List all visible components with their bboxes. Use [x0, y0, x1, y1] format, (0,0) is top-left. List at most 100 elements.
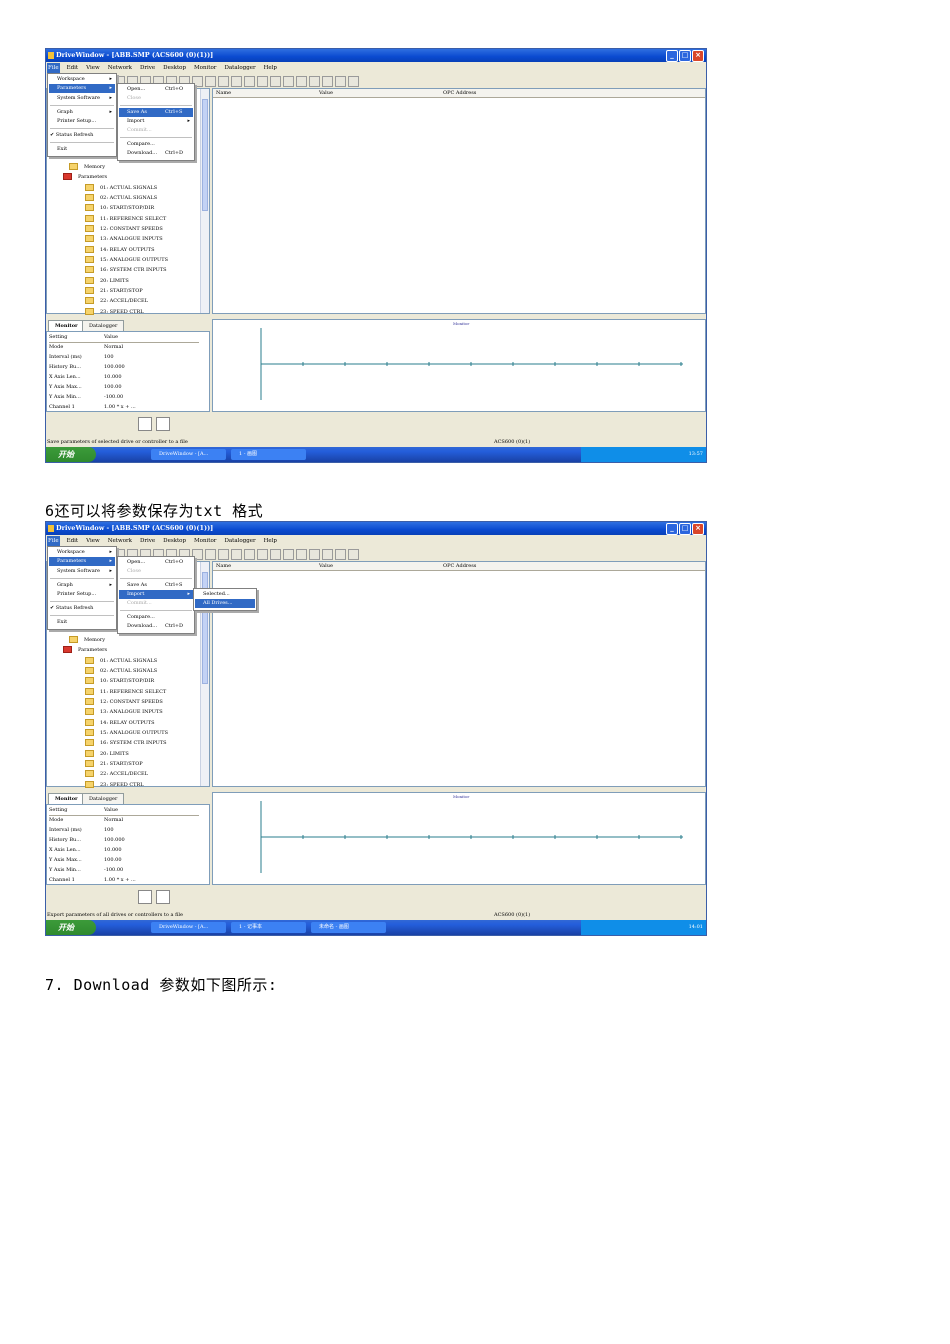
minimize-button[interactable]: _	[666, 523, 678, 535]
menu-file[interactable]: File	[47, 63, 60, 73]
tree-item-group[interactable]: 14: RELAY OUTPUTS	[85, 245, 155, 255]
menu-monitor[interactable]: Monitor	[193, 63, 217, 73]
tree-item-group[interactable]: 13: ANALOGUE INPUTS	[85, 234, 163, 244]
tree-item-group[interactable]: 01: ACTUAL SIGNALS	[85, 656, 157, 666]
column-name[interactable]: Name	[216, 89, 231, 97]
toolbar-button[interactable]	[231, 548, 242, 560]
monitor-row[interactable]: History Bu... 100.000	[49, 362, 199, 372]
column-opc-address[interactable]: OPC Address	[443, 89, 476, 97]
menu-item-exit[interactable]: Exit	[49, 618, 115, 627]
close-button[interactable]: ×	[692, 523, 704, 535]
tree-item-group[interactable]: 16: SYSTEM CTR INPUTS	[85, 738, 167, 748]
close-button[interactable]: ×	[692, 50, 704, 62]
menu-network[interactable]: Network	[107, 63, 133, 73]
menu-item-download[interactable]: Download... Ctrl+D	[119, 622, 193, 631]
toolbar-button[interactable]	[283, 75, 294, 87]
toolbar-button[interactable]	[309, 548, 320, 560]
tree-item-parameters[interactable]: Parameters	[63, 172, 107, 182]
tree-item-group[interactable]: 21: START/STOP	[85, 286, 143, 296]
menu-item-save-as[interactable]: Save As Ctrl+S	[119, 108, 193, 117]
menu-datalogger[interactable]: Datalogger	[223, 536, 256, 546]
monitor-row[interactable]: X Axis Len... 10.000	[49, 372, 199, 382]
tree-item-group[interactable]: 01: ACTUAL SIGNALS	[85, 183, 157, 193]
monitor-row[interactable]: Y Axis Min... -100.00	[49, 865, 199, 875]
tree-item-group[interactable]: 10: START/STOP/DIR	[85, 203, 154, 213]
menu-item-printer-setup[interactable]: Printer Setup...	[49, 590, 115, 599]
monitor-row[interactable]: Mode Normal	[49, 342, 199, 352]
toolbar-button[interactable]	[270, 548, 281, 560]
monitor-row[interactable]: Channel 1 1.00 * x + ...	[49, 875, 199, 885]
menu-item-open[interactable]: Open... Ctrl+O	[119, 558, 193, 567]
menu-monitor[interactable]: Monitor	[193, 536, 217, 546]
monitor-row[interactable]: Y Axis Max... 100.00	[49, 855, 199, 865]
tree-item-parameters[interactable]: Parameters	[63, 645, 107, 655]
menu-item-all-drives[interactable]: All Drives...	[195, 599, 255, 608]
anchor-button[interactable]	[138, 417, 152, 431]
menu-item-open[interactable]: Open... Ctrl+O	[119, 85, 193, 94]
menu-item-graph[interactable]: Graph ▸	[49, 108, 115, 117]
menu-item-printer-setup[interactable]: Printer Setup...	[49, 117, 115, 126]
toolbar-button[interactable]	[218, 548, 229, 560]
menu-item-parameters[interactable]: Parameters ▸	[49, 84, 115, 93]
monitor-row[interactable]: Y Axis Max... 100.00	[49, 382, 199, 392]
menu-item-selected[interactable]: Selected...	[195, 590, 255, 599]
menu-item-graph[interactable]: Graph ▸	[49, 581, 115, 590]
taskbar-item[interactable]: 未命名 - 画图	[311, 922, 386, 933]
taskbar-item[interactable]: 1 - 记事本	[231, 922, 306, 933]
monitor-row[interactable]: Channel 1 1.00 * x + ...	[49, 402, 199, 412]
parameter-grid[interactable]: Name Value OPC Address	[212, 561, 706, 787]
tree-item-group[interactable]: 22: ACCEL/DECEL	[85, 296, 148, 306]
monitor-row[interactable]: Interval (ms) 100	[49, 825, 199, 835]
toolbar-button[interactable]	[348, 548, 359, 560]
menu-edit[interactable]: Edit	[66, 536, 80, 546]
tree-item-group[interactable]: 11: REFERENCE SELECT	[85, 687, 166, 697]
taskbar-item[interactable]: 1 - 画图	[231, 449, 306, 460]
menu-item-system-software[interactable]: System Software ▸	[49, 94, 115, 103]
tree-item-group[interactable]: 11: REFERENCE SELECT	[85, 214, 166, 224]
tree-item-group[interactable]: 12: CONSTANT SPEEDS	[85, 697, 163, 707]
toolbar-button[interactable]	[257, 548, 268, 560]
tree-item-group[interactable]: 13: ANALOGUE INPUTS	[85, 707, 163, 717]
menu-edit[interactable]: Edit	[66, 63, 80, 73]
toolbar-button[interactable]	[348, 75, 359, 87]
tree-scrollbar[interactable]	[200, 89, 209, 313]
parameter-grid[interactable]: Name Value OPC Address	[212, 88, 706, 314]
tree-item-group[interactable]: 14: RELAY OUTPUTS	[85, 718, 155, 728]
tree-item-group[interactable]: 22: ACCEL/DECEL	[85, 769, 148, 779]
menu-drive[interactable]: Drive	[139, 63, 156, 73]
menu-item-import[interactable]: Import ▸	[119, 590, 193, 599]
menu-view[interactable]: View	[85, 536, 101, 546]
menu-view[interactable]: View	[85, 63, 101, 73]
tree-item-group[interactable]: 16: SYSTEM CTR INPUTS	[85, 265, 167, 275]
column-name[interactable]: Name	[216, 562, 231, 570]
menu-desktop[interactable]: Desktop	[162, 536, 187, 546]
menu-drive[interactable]: Drive	[139, 536, 156, 546]
edit-button[interactable]	[156, 417, 170, 431]
menu-item-parameters[interactable]: Parameters ▸	[49, 557, 115, 566]
scrollbar-thumb[interactable]	[202, 99, 208, 211]
monitor-row[interactable]: Mode Normal	[49, 815, 199, 825]
menu-item-save-as[interactable]: Save As Ctrl+S	[119, 581, 193, 590]
toolbar-button[interactable]	[244, 548, 255, 560]
toolbar-button[interactable]	[244, 75, 255, 87]
toolbar-button[interactable]	[270, 75, 281, 87]
toolbar-button[interactable]	[205, 75, 216, 87]
start-button[interactable]: 开始	[46, 920, 96, 935]
monitor-row[interactable]: Interval (ms) 100	[49, 352, 199, 362]
toolbar-button[interactable]	[335, 548, 346, 560]
toolbar-button[interactable]	[231, 75, 242, 87]
minimize-button[interactable]: _	[666, 50, 678, 62]
tree-item-group[interactable]: 02: ACTUAL SIGNALS	[85, 193, 157, 203]
toolbar-button[interactable]	[296, 75, 307, 87]
menu-item-import[interactable]: Import ▸	[119, 117, 193, 126]
tree-item-group[interactable]: 15: ANALOGUE OUTPUTS	[85, 255, 168, 265]
tree-item-group[interactable]: 20: LIMITS	[85, 749, 129, 759]
toolbar-button[interactable]	[335, 75, 346, 87]
toolbar-button[interactable]	[309, 75, 320, 87]
toolbar-button[interactable]	[296, 548, 307, 560]
menu-help[interactable]: Help	[263, 536, 278, 546]
menu-item-workspace[interactable]: Workspace ▸	[49, 75, 115, 84]
menu-help[interactable]: Help	[263, 63, 278, 73]
column-value[interactable]: Value	[319, 562, 333, 570]
menu-item-compare[interactable]: Compare...	[119, 140, 193, 149]
